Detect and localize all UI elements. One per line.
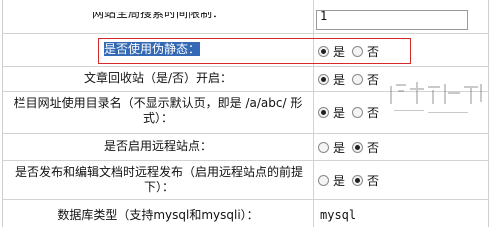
row-divider <box>2 199 489 200</box>
column-url-dirname-radio-group: 是 否 <box>318 104 386 120</box>
radio-unchecked-icon[interactable] <box>318 141 329 153</box>
row-divider <box>2 66 489 67</box>
database-type-value[interactable]: mysql <box>316 206 468 224</box>
remote-site-label: 是否启用远程站点： <box>103 139 212 153</box>
remote-publish-radio-group: 是 否 <box>318 172 386 188</box>
column-url-dirname-yes-option[interactable]: 是 <box>318 104 345 121</box>
radio-checked-icon[interactable] <box>318 73 329 85</box>
recycle-bin-yes-option[interactable]: 是 <box>318 71 345 88</box>
radio-unchecked-icon[interactable] <box>318 174 329 186</box>
column-url-dirname-label: 栏目网址使用目录名（不显示默认页，即是 /a/abc/ 形式）： <box>13 96 303 125</box>
radio-unchecked-icon[interactable] <box>352 106 364 118</box>
row-divider <box>2 160 489 161</box>
remote-site-radio-group: 是 否 <box>318 139 386 155</box>
search-time-limit-label: 网站全局搜索时间限制： <box>91 12 224 20</box>
watermark <box>390 82 482 113</box>
remote-publish-no-option[interactable]: 否 <box>352 172 379 189</box>
radio-checked-icon[interactable] <box>352 141 364 153</box>
annotation-highlight-box <box>98 38 411 64</box>
remote-publish-label: 是否发布和编辑文档时远程发布（启用远程站点的前提下）： <box>14 165 303 194</box>
remote-site-yes-option[interactable]: 是 <box>318 139 345 156</box>
row-divider <box>2 133 489 134</box>
column-url-dirname-no-option[interactable]: 否 <box>352 104 379 121</box>
remote-site-no-option[interactable]: 否 <box>352 139 379 156</box>
remote-publish-yes-option[interactable]: 是 <box>318 172 345 189</box>
row-divider <box>2 33 489 34</box>
recycle-bin-no-option[interactable]: 否 <box>352 71 379 88</box>
radio-unchecked-icon[interactable] <box>352 73 364 85</box>
recycle-bin-radio-group: 是 否 <box>318 71 386 87</box>
search-time-limit-input[interactable]: 1 <box>316 9 468 30</box>
database-type-label: 数据库类型（支持mysql和mysqli）： <box>57 208 259 222</box>
radio-checked-icon[interactable] <box>318 106 329 118</box>
recycle-bin-label: 文章回收站（是/否）开启： <box>83 71 233 85</box>
column-divider <box>313 0 314 227</box>
radio-checked-icon[interactable] <box>352 174 364 186</box>
